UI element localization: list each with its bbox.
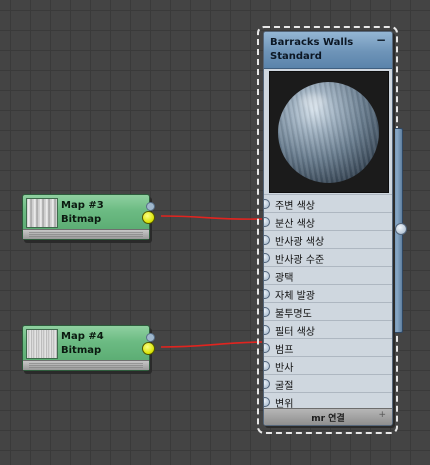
output-socket[interactable]	[142, 211, 155, 224]
input-socket[interactable]	[264, 343, 270, 353]
map-node-type: Bitmap	[61, 214, 102, 225]
output-socket[interactable]	[142, 342, 155, 355]
wire-map3-to-diffuse[interactable]	[160, 215, 263, 220]
slot-specular-level[interactable]: 반사광 수준	[264, 248, 392, 266]
slot-label: 필터 색상	[275, 327, 315, 338]
preview-highlight	[300, 94, 326, 108]
mr-connection-rollout[interactable]: mr 연결 +	[264, 408, 392, 425]
material-node-header[interactable]: Barracks Walls Standard −	[264, 32, 392, 69]
mr-connection-label: mr 연결	[311, 414, 345, 424]
material-preview[interactable]	[269, 71, 389, 193]
map-node-map4[interactable]: Map #4 Bitmap	[22, 325, 155, 371]
input-socket[interactable]	[264, 271, 270, 281]
preview-sphere	[278, 82, 379, 183]
input-socket[interactable]	[264, 379, 270, 389]
slot-filter-color[interactable]: 필터 색상	[264, 320, 392, 338]
slot-label: 반사	[275, 363, 294, 374]
slot-ambient-color[interactable]: 주변 색상	[264, 194, 392, 212]
input-socket[interactable]	[264, 361, 270, 371]
wire-map4-to-bump[interactable]	[160, 341, 263, 348]
map-node-footer[interactable]	[23, 360, 149, 370]
slot-bump[interactable]: 범프	[264, 338, 392, 356]
slot-specular-color[interactable]: 반사광 색상	[264, 230, 392, 248]
map-node-title: Map #3	[61, 200, 104, 211]
slot-self-illumination[interactable]: 자체 발광	[264, 284, 392, 302]
plus-icon[interactable]: +	[378, 410, 386, 420]
input-socket[interactable]	[264, 217, 270, 227]
slot-diffuse-color[interactable]: 분산 색상	[264, 212, 392, 230]
slot-label: 주변 색상	[275, 201, 315, 212]
bitmap-thumbnail-icon	[26, 198, 58, 228]
input-socket[interactable]	[264, 253, 270, 263]
input-socket[interactable]	[264, 307, 270, 317]
bitmap-thumbnail-icon	[26, 329, 58, 359]
map-node-footer[interactable]	[23, 229, 149, 239]
material-node[interactable]: Barracks Walls Standard − 주변 색상 분산 색상 반사…	[263, 31, 393, 426]
slot-glossiness[interactable]: 광택	[264, 266, 392, 284]
slot-label: 자체 발광	[275, 291, 315, 302]
slot-reflection[interactable]: 반사	[264, 356, 392, 374]
material-output-socket[interactable]	[395, 223, 407, 235]
slot-opacity[interactable]: 불투명도	[264, 302, 392, 320]
map-node-map3[interactable]: Map #3 Bitmap	[22, 194, 155, 240]
material-type: Standard	[270, 51, 322, 62]
input-socket[interactable]	[264, 199, 270, 209]
minus-icon[interactable]: −	[376, 34, 386, 46]
map-node-type: Bitmap	[61, 345, 102, 356]
slot-refraction[interactable]: 굴절	[264, 374, 392, 392]
slot-label: 반사광 색상	[275, 237, 325, 248]
material-name: Barracks Walls	[270, 37, 354, 48]
input-notch-icon	[146, 333, 155, 342]
input-notch-icon	[146, 202, 155, 211]
slot-label: 굴절	[275, 381, 294, 392]
input-socket[interactable]	[264, 325, 270, 335]
map-node-title: Map #4	[61, 331, 104, 342]
slot-label: 불투명도	[275, 309, 312, 320]
input-socket[interactable]	[264, 397, 270, 407]
input-socket[interactable]	[264, 289, 270, 299]
slot-label: 범프	[275, 345, 294, 356]
slot-label: 반사광 수준	[275, 255, 325, 266]
input-socket[interactable]	[264, 235, 270, 245]
slot-label: 광택	[275, 273, 294, 284]
slot-label: 분산 색상	[275, 219, 315, 230]
